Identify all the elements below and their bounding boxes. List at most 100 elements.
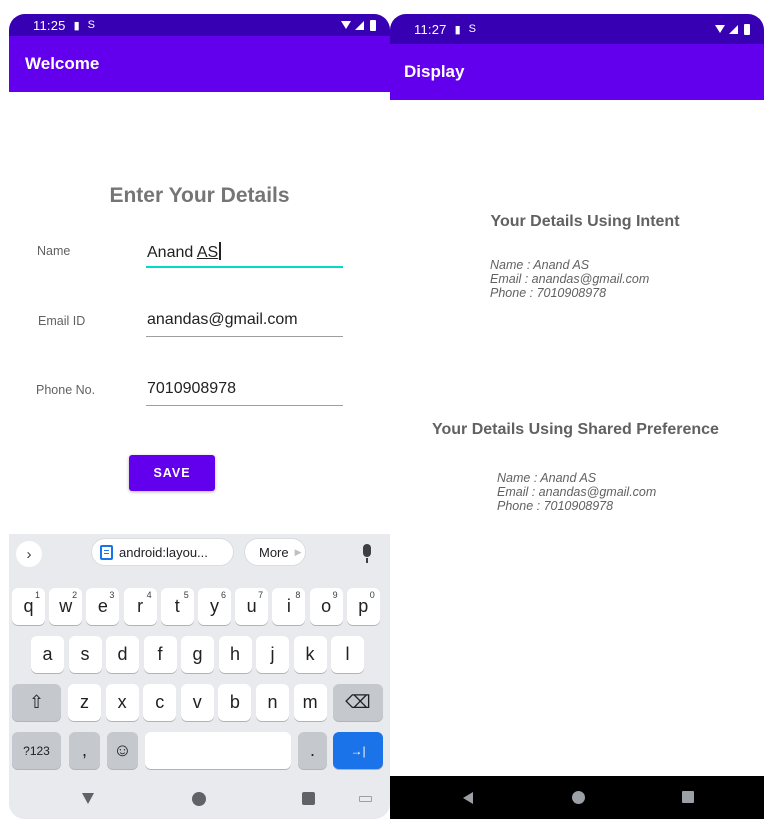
email-input-value: anandas@gmail.com [147,311,298,328]
key-label: o [321,596,332,616]
key-label: q [23,596,34,616]
key-g[interactable]: g [181,636,214,673]
key-s[interactable]: s [68,636,102,673]
name-input[interactable]: Anand AS [146,238,343,268]
key-l[interactable]: l [331,636,364,673]
key-x[interactable]: x [105,684,139,721]
key-label: t [174,596,180,616]
enter-icon: →| [350,743,366,758]
key-hint: 1 [34,590,40,600]
backspace-key[interactable]: ⌫ [333,684,383,721]
app-bar: Welcome [9,36,390,92]
key-hint: 6 [220,590,226,600]
home-icon[interactable] [572,791,585,804]
emoji-key[interactable]: ☺ [107,732,138,769]
shared-pref-phone: Phone : 7010908978 [497,499,614,513]
name-label: Name [37,244,71,258]
key-u[interactable]: u7 [235,588,269,625]
battery-icon [370,19,376,31]
sim-card-icon: ▮ [73,19,80,32]
recents-icon[interactable] [682,791,694,803]
status-time: 11:25 [33,17,66,33]
name-input-composing: AS [196,244,219,261]
period-key[interactable]: . [298,732,327,769]
key-label: p [358,596,369,616]
intent-details: Name : Anand AS Email : anandas@gmail.co… [490,258,649,300]
shared-pref-details: Name : Anand AS Email : anandas@gmail.co… [497,471,656,513]
more-chip-label: More [259,544,289,560]
left-phone-screen: 11:25 ▮ S Welcome Enter Your Details Nam… [9,14,390,819]
key-t[interactable]: t5 [160,588,194,625]
key-i[interactable]: i8 [272,588,306,625]
symbols-key[interactable]: ?123 [12,732,61,769]
back-icon[interactable] [82,793,94,804]
signal-icon [355,20,364,30]
mic-icon[interactable] [363,544,371,563]
shift-icon: ⇧ [28,692,45,712]
battery-icon [744,23,750,35]
space-key[interactable] [145,732,291,769]
key-hint: 3 [109,590,115,600]
key-n[interactable]: n [256,684,289,721]
key-f[interactable]: f [143,636,177,673]
key-z[interactable]: z [68,684,101,721]
key-label: r [137,596,144,616]
email-input[interactable]: anandas@gmail.com [146,307,343,337]
emoji-icon: ☺ [113,740,132,760]
key-d[interactable]: d [106,636,139,673]
status-bar: 11:27 ▮ S [390,14,764,44]
soft-keyboard: › android:layou... More ▶ q1w2e3r4t5y6u7… [9,534,390,819]
key-hint: 0 [369,590,375,600]
shared-pref-email: Email : anandas@gmail.com [497,485,657,499]
key-m[interactable]: m [293,684,327,721]
clipboard-suggestion-chip[interactable]: android:layou... [91,538,234,566]
key-label: w [59,596,73,616]
key-q[interactable]: q1 [12,588,45,625]
back-icon[interactable] [463,792,473,804]
sync-icon: S [87,19,95,31]
key-o[interactable]: o9 [309,588,343,625]
status-bar: 11:25 ▮ S [9,14,390,36]
key-hint: 9 [332,590,338,600]
key-e[interactable]: e3 [86,588,120,625]
key-h[interactable]: h [218,636,252,673]
chevron-right-small-icon: ▶ [294,546,302,557]
shared-pref-section-title: Your Details Using Shared Preference [432,421,719,438]
wifi-icon [715,25,725,33]
name-input-value: Anand [147,244,197,261]
period-key-label: . [309,740,315,760]
key-label: e [97,596,108,616]
enter-key[interactable]: →| [333,732,383,769]
key-k[interactable]: k [293,636,327,673]
key-c[interactable]: c [143,684,177,721]
app-title: Welcome [25,54,100,73]
key-r[interactable]: r4 [123,588,157,625]
save-button[interactable]: SAVE [129,455,215,491]
key-b[interactable]: b [218,684,252,721]
key-hint: 2 [72,590,78,600]
shift-key[interactable]: ⇧ [12,684,61,721]
symbols-key-label: ?123 [23,743,50,758]
key-hint: 5 [183,590,189,600]
navigation-bar [9,779,390,819]
comma-key-label: , [81,740,87,760]
key-label: y [210,596,219,616]
key-w[interactable]: w2 [49,588,83,625]
more-chip[interactable]: More ▶ [244,538,306,566]
home-icon[interactable] [192,792,206,806]
key-label: i [286,596,291,616]
key-hint: 7 [258,590,264,600]
key-p[interactable]: p0 [346,588,380,625]
recents-icon[interactable] [302,792,315,805]
key-label: u [246,596,257,616]
keyboard-switch-icon[interactable] [359,796,372,802]
chevron-right-icon[interactable]: › [16,541,42,567]
key-a[interactable]: a [31,636,64,673]
text-cursor [219,242,221,260]
key-j[interactable]: j [256,636,289,673]
shared-pref-name: Name : Anand AS [497,471,597,485]
phone-input[interactable]: 7010908978 [146,376,343,406]
key-y[interactable]: y6 [198,588,231,625]
comma-key[interactable]: , [69,732,100,769]
key-v[interactable]: v [180,684,214,721]
